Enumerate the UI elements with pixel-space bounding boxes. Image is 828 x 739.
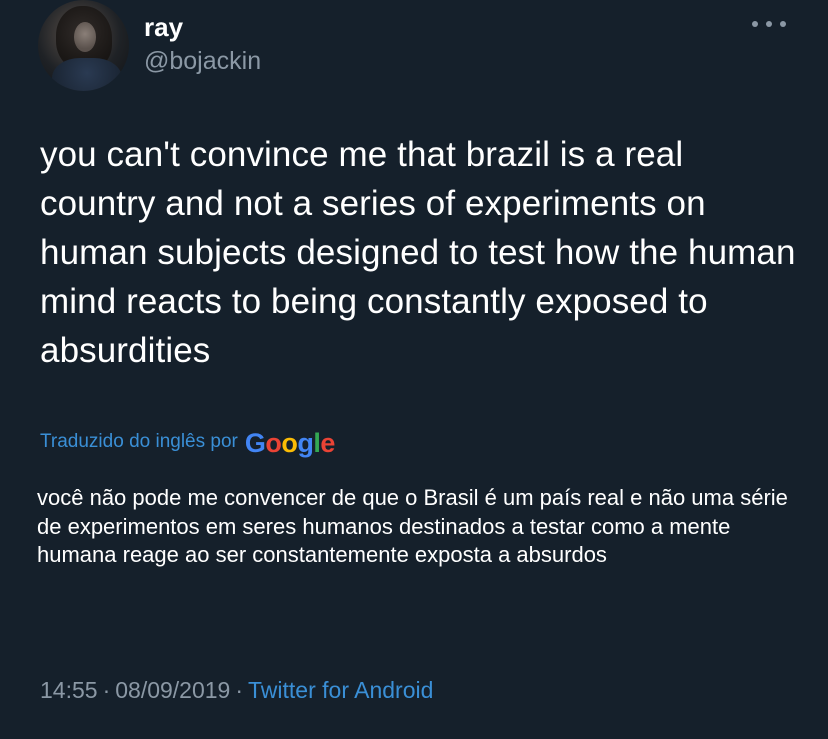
more-dot bbox=[766, 21, 772, 27]
tweet-source-link[interactable]: Twitter for Android bbox=[248, 677, 433, 703]
translated-by-link[interactable]: Traduzido do inglês por Google bbox=[40, 424, 335, 460]
tweet-text: you can't convince me that brazil is a r… bbox=[40, 135, 796, 370]
tweet-time[interactable]: 14:55 bbox=[40, 677, 98, 703]
translated-by-label: Traduzido do inglês por bbox=[40, 431, 238, 452]
more-dot bbox=[752, 21, 758, 27]
avatar[interactable] bbox=[38, 0, 129, 91]
tweet-metadata: 14:55 · 08/09/2019 · Twitter for Android bbox=[40, 674, 433, 706]
translated-text: você não pode me convencer de que o Bras… bbox=[37, 485, 788, 568]
more-horizontal-icon[interactable] bbox=[752, 14, 786, 34]
user-handle[interactable]: @bojackin bbox=[144, 46, 261, 76]
tweet-date[interactable]: 08/09/2019 bbox=[115, 677, 230, 703]
more-dot bbox=[780, 21, 786, 27]
meta-separator: · bbox=[235, 677, 244, 703]
tweet-detail: ray @bojackin you can't convince me that… bbox=[0, 0, 828, 739]
display-name[interactable]: ray bbox=[144, 12, 183, 42]
avatar-body bbox=[52, 58, 122, 91]
avatar-face bbox=[74, 22, 96, 52]
meta-separator: · bbox=[102, 677, 111, 703]
google-logo: Google bbox=[244, 427, 336, 458]
